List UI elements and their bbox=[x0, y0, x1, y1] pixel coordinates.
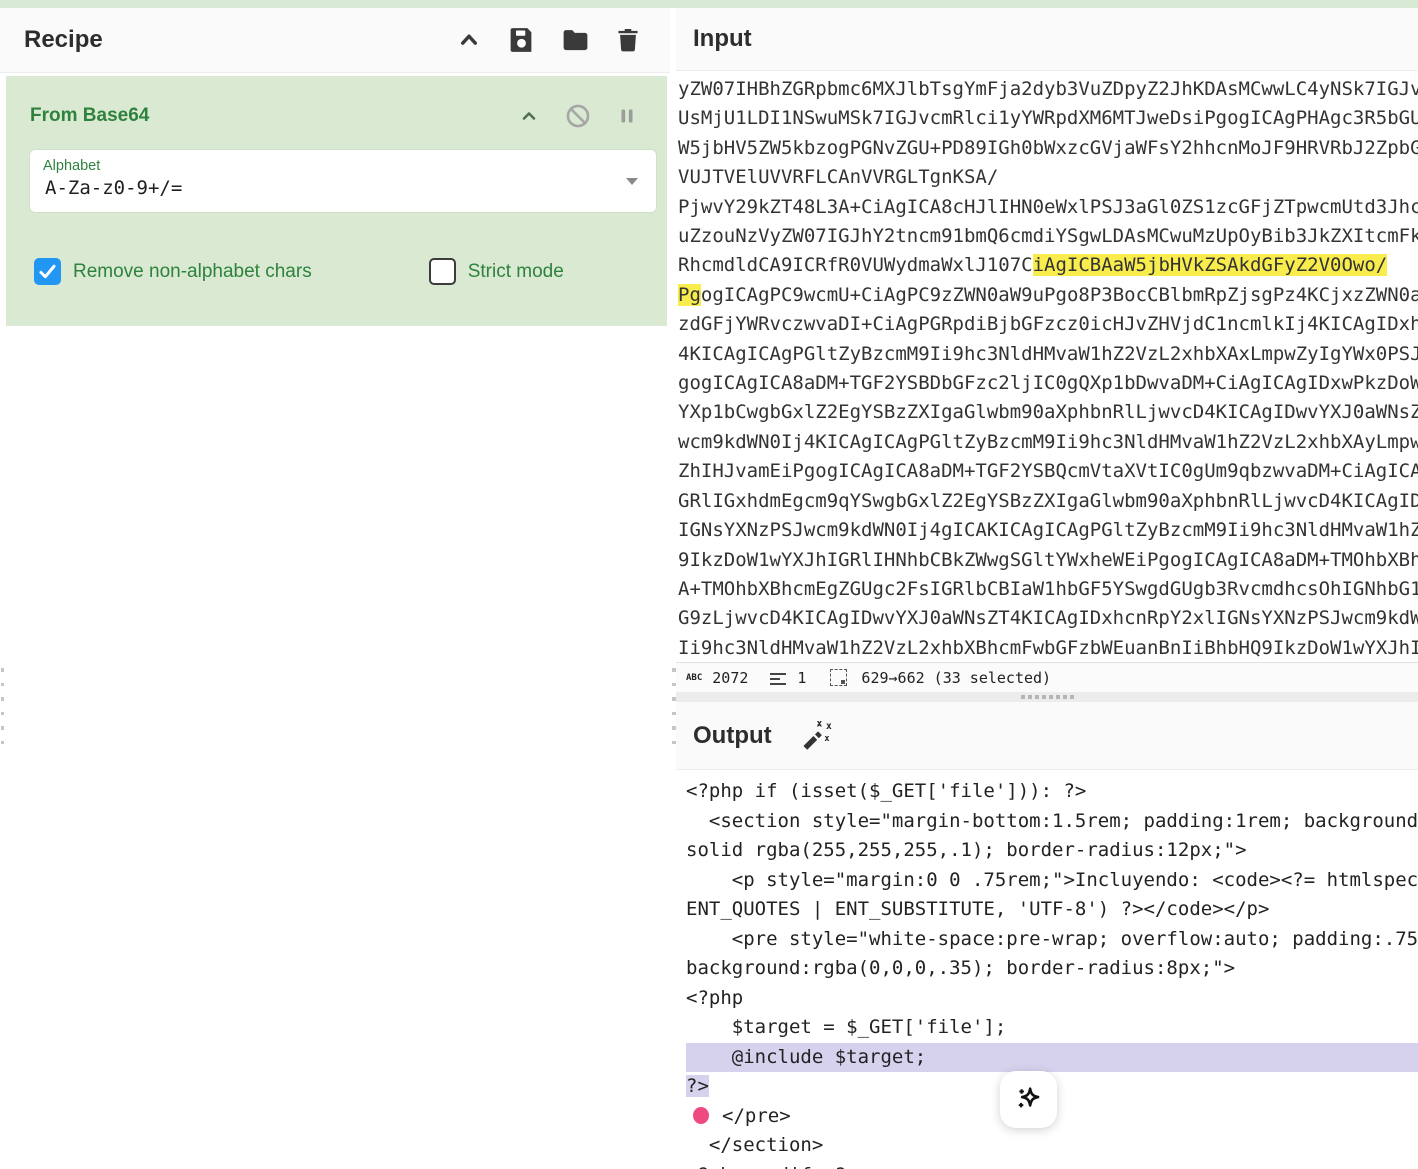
sparkle-icon bbox=[1012, 1083, 1046, 1117]
code-line: wcm9kdWN0Ij4KICAgICAgPGltZyBzcmM9Ii9hc3N… bbox=[678, 428, 1418, 457]
disable-icon bbox=[564, 102, 592, 130]
code-line: </section> bbox=[686, 1131, 1418, 1161]
code-line: <?php bbox=[686, 984, 1418, 1014]
code-line: ENT_QUOTES | ENT_SUBSTITUTE, 'UTF-8') ?>… bbox=[686, 895, 1418, 925]
output-title: Output bbox=[693, 722, 772, 750]
code-line: <?php if (isset($_GET['file'])): ?> bbox=[686, 777, 1418, 807]
pause-icon bbox=[616, 104, 638, 128]
checkbox-icon bbox=[34, 258, 61, 285]
open-recipe-button[interactable] bbox=[559, 24, 591, 56]
code-line: yZW07IHBhZGRpbmc6MXJlbTsgYmFja2dyb3VuZDp… bbox=[678, 75, 1418, 104]
svg-text:x: x bbox=[826, 721, 832, 732]
save-recipe-button[interactable] bbox=[506, 24, 538, 56]
operation-header: From Base64 bbox=[6, 76, 667, 132]
code-line: G9zLjwvcD4KICAgIDwvYXJ0aWNsZT4KICAgIDxhc… bbox=[678, 604, 1418, 633]
operation-collapse-button[interactable] bbox=[513, 100, 545, 132]
code-line: PjwvY29kZT48L3A+CiAgICA8cHJlIHN0eWxlPSJ3… bbox=[678, 193, 1418, 222]
checkbox-label: Remove non-alphabet chars bbox=[73, 261, 312, 283]
line-count: 1 bbox=[797, 669, 806, 687]
code-line: 9IkzDoW1wYXJhIGRlIHNhbCBkZWwgSGltYWxheWE… bbox=[678, 546, 1418, 575]
input-textarea[interactable]: yZW07IHBhZGRpbmc6MXJlbTsgYmFja2dyb3VuZDp… bbox=[676, 70, 1418, 662]
chevron-up-icon bbox=[517, 104, 541, 128]
code-line: RhcmdldCA9ICRfR0VUWydmaWxlJ107CiAgICBAaW… bbox=[678, 251, 1418, 280]
save-icon bbox=[507, 25, 537, 55]
io-column: Input yZW07IHBhZGRpbmc6MXJlbTsgYmFja2dyb… bbox=[676, 8, 1418, 1169]
operation-disable-button[interactable] bbox=[562, 100, 594, 132]
strict-mode-checkbox[interactable]: Strict mode bbox=[429, 258, 564, 285]
alphabet-dropdown-caret-icon[interactable] bbox=[626, 178, 638, 185]
code-line: <section style="margin-bottom:1.5rem; pa… bbox=[686, 807, 1418, 837]
alphabet-input[interactable] bbox=[43, 176, 607, 200]
code-line: background:rgba(0,0,0,.35); border-radiu… bbox=[686, 954, 1418, 984]
svg-text:x: x bbox=[824, 732, 829, 742]
trash-icon bbox=[614, 25, 642, 55]
code-line: IGNsYXNzPSJwcm9kdWN0Ij4gICAKICAgICAgPGlt… bbox=[678, 516, 1418, 545]
folder-icon bbox=[560, 25, 591, 55]
code-line: UsMjU1LDI1NSwuMSk7IGJvcmRlci1yYWRpdXM6MT… bbox=[678, 104, 1418, 133]
code-line: uZzouNzVyZW07IGJhY2tncm91bmQ6cmdiYSgwLDA… bbox=[678, 222, 1418, 251]
output-header: Output x x x bbox=[676, 702, 1418, 770]
code-line: 4KICAgICAgPGltZyBzcmM9Ii9hc3NldHMvaW1hZ2… bbox=[678, 340, 1418, 369]
pink-marker-dot[interactable] bbox=[693, 1107, 709, 1124]
operation-from-base64[interactable]: From Base64 bbox=[6, 76, 667, 326]
char-count: 2072 bbox=[712, 669, 748, 687]
code-line: ZhIHJvamEiPgogICAgICA8aDM+TGF2YSBQcmVtaX… bbox=[678, 457, 1418, 486]
alphabet-field[interactable]: Alphabet bbox=[30, 150, 656, 212]
code-line: W5jbHV5ZW5kbzogPGNvZGU+PD89IGh0bWxzcGVja… bbox=[678, 134, 1418, 163]
operation-title: From Base64 bbox=[30, 105, 149, 127]
magic-wand-icon: x x x bbox=[799, 719, 835, 753]
io-resize-divider[interactable] bbox=[676, 692, 1418, 702]
code-line: VUJTVElUVVRFLCAnVVRGLTgnKSA/ bbox=[678, 163, 1418, 192]
code-line: YXp1bCwgbGxlZ2EgYSBzZXIgaGlwbm90aXphbnRl… bbox=[678, 398, 1418, 427]
clear-recipe-button[interactable] bbox=[612, 24, 644, 56]
input-header: Input bbox=[676, 8, 1418, 71]
recipe-header: Recipe bbox=[0, 8, 670, 73]
code-line: <?php endif; ?> bbox=[686, 1161, 1418, 1169]
code-line: gogICAgICA8aDM+TGF2YSBDbGFzc2ljIC0gQXp1b… bbox=[678, 369, 1418, 398]
code-line: zdGFjYWRvczwvaDI+CiAgPGRpdiBjbGFzcz0icHJ… bbox=[678, 310, 1418, 339]
remove-non-alphabet-checkbox[interactable]: Remove non-alphabet chars bbox=[34, 258, 312, 285]
recipe-panel: Recipe bbox=[0, 8, 670, 1169]
svg-text:x: x bbox=[816, 719, 822, 729]
operation-breakpoint-button[interactable] bbox=[611, 100, 643, 132]
magic-wand-button[interactable]: x x x bbox=[799, 719, 835, 753]
code-line: $target = $_GET['file']; bbox=[686, 1013, 1418, 1043]
code-line: solid rgba(255,255,255,.1); border-radiu… bbox=[686, 836, 1418, 866]
code-line: A+TMOhbXBhcmEgZGUgc2FsIGRlbCBIaW1hbGF5YS… bbox=[678, 575, 1418, 604]
code-line: <pre style="white-space:pre-wrap; overfl… bbox=[686, 925, 1418, 955]
code-line: GRlIGxhdmEgcm9qYSwgbGxlZ2EgYSBzZXIgaGlwb… bbox=[678, 487, 1418, 516]
code-line: @include $target; bbox=[686, 1043, 1418, 1073]
sparkle-extension-button[interactable] bbox=[1000, 1071, 1057, 1128]
cyberchef-app: Recipe bbox=[0, 0, 1418, 1169]
recipe-title: Recipe bbox=[24, 26, 103, 54]
selection-range: 629→662 (33 selected) bbox=[861, 669, 1051, 687]
input-status-bar: ABC 2072 1 629→662 (33 selected) bbox=[676, 662, 1418, 692]
left-resize-gripper[interactable] bbox=[1, 668, 5, 755]
collapse-recipe-button[interactable] bbox=[453, 24, 485, 56]
selection-icon bbox=[830, 669, 847, 686]
code-line: PgogICAgPC9wcmU+CiAgPC9zZWN0aW9uPgo8P3Bo… bbox=[678, 281, 1418, 310]
chevron-up-icon bbox=[454, 25, 484, 55]
char-count-icon: ABC bbox=[686, 673, 702, 683]
code-line: <p style="margin:0 0 .75rem;">Incluyendo… bbox=[686, 866, 1418, 896]
input-title: Input bbox=[693, 25, 752, 53]
code-line: Ii9hc3NldHMvaW1hZ2VzL2xhbXBhcmFwbGFzbWEu… bbox=[678, 634, 1418, 662]
operation-options-row: Remove non-alphabet chars Strict mode bbox=[34, 258, 654, 285]
checkbox-icon bbox=[429, 258, 456, 285]
checkbox-label: Strict mode bbox=[468, 261, 564, 283]
top-accent-strip bbox=[0, 0, 1418, 8]
line-count-icon bbox=[770, 672, 787, 684]
alphabet-label: Alphabet bbox=[43, 158, 100, 174]
